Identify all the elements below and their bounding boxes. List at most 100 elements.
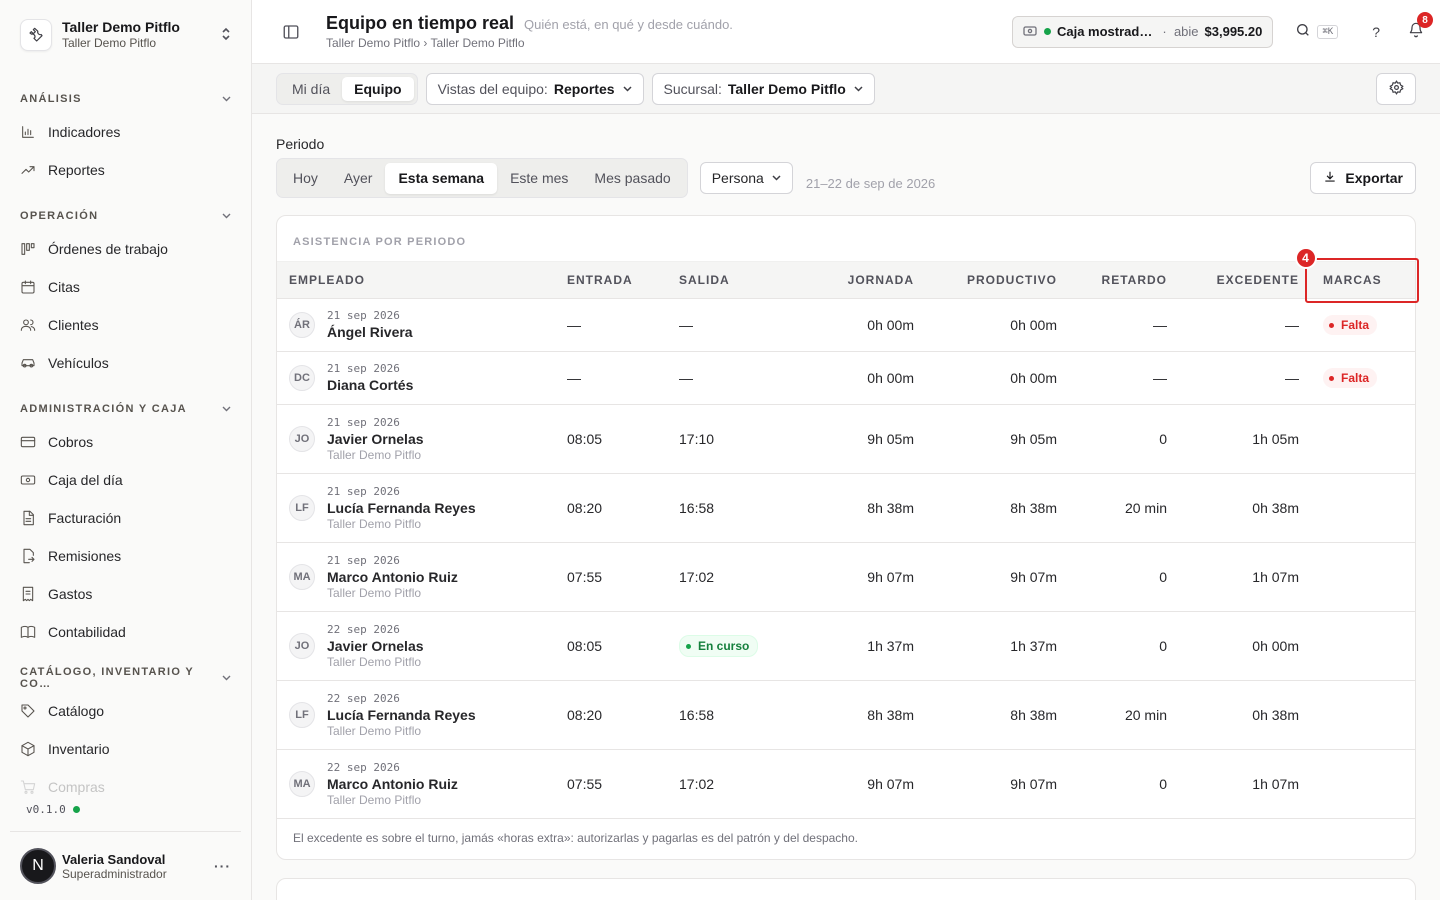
sidebar-item-label: Contabilidad	[48, 624, 126, 640]
row-date: 22 sep 2026	[327, 622, 400, 636]
employee-name: Javier Ornelas	[327, 637, 424, 654]
period-label: Periodo	[276, 136, 325, 152]
page-title: Equipo en tiempo real	[326, 13, 515, 33]
table-body: ÁR 21 sep 2026 Ángel Rivera — — 0h 00m 0h 00m —…	[277, 299, 1415, 819]
period-ayer[interactable]: Ayer	[331, 163, 386, 194]
sidebar-item-facturacion[interactable]: Facturación	[0, 499, 251, 537]
avatar: JO	[289, 426, 315, 452]
section-header-catalogo-inventario-y-co[interactable]: CATÁLOGO, INVENTARIO Y CO…	[0, 666, 251, 690]
sidebar-item-caja-del-dia[interactable]: Caja del día	[0, 461, 251, 499]
settings-button[interactable]	[1376, 73, 1416, 105]
bar-chart-icon	[20, 124, 48, 140]
sidebar-item-inventario[interactable]: Inventario	[0, 730, 251, 768]
notifications-button[interactable]: 8	[1408, 12, 1433, 41]
col-jornada[interactable]: JORNADA	[809, 273, 914, 287]
table-row[interactable]: JO 22 sep 2026 Javier Ornelas Taller Demo P…	[277, 612, 1415, 681]
period-tabs: Hoy Ayer Esta semana Este mes Mes pasado	[276, 158, 688, 198]
period-hoy[interactable]: Hoy	[280, 163, 331, 194]
cash-icon	[20, 472, 48, 488]
user-menu[interactable]: N Valeria Sandoval Superadministrador ··…	[10, 831, 241, 900]
sidebar-toggle-icon[interactable]	[282, 23, 300, 41]
period-esta-semana[interactable]: Esta semana	[385, 162, 498, 194]
users-icon	[20, 317, 48, 333]
row-date: 21 sep 2026	[327, 415, 400, 429]
tab-equipo[interactable]: Equipo	[342, 76, 414, 101]
table-row[interactable]: JO 21 sep 2026 Javier Ornelas Taller Demo P…	[277, 405, 1415, 474]
search-button[interactable]: ⌘K	[1295, 22, 1339, 41]
col-salida[interactable]: SALIDA	[679, 273, 809, 287]
employee-branch: Taller Demo Pitflo	[327, 723, 422, 738]
book-icon	[20, 624, 48, 640]
kanban-icon	[20, 241, 48, 257]
team-views-select[interactable]: Vistas del equipo: Reportes	[425, 72, 644, 105]
sidebar-item-gastos[interactable]: Gastos	[0, 575, 251, 613]
page-subtitle: Quién está, en qué y desde cuándo.	[524, 17, 733, 32]
employee-name: Marco Antonio Ruiz	[327, 568, 458, 585]
cell-salida: —	[679, 370, 693, 386]
help-button[interactable]: ?	[1372, 24, 1380, 40]
col-entrada[interactable]: ENTRADA	[567, 273, 679, 287]
cell-entrada: —	[567, 370, 581, 386]
chevron-down-icon	[854, 84, 863, 94]
cell-jornada: 0h 00m	[867, 370, 914, 386]
org-switcher[interactable]: Taller Demo Pitflo Taller Demo Pitflo	[0, 0, 251, 70]
sidebar-item-citas[interactable]: Citas	[0, 268, 251, 306]
sidebar-item-clientes[interactable]: Clientes	[0, 306, 251, 344]
table-row[interactable]: MA 21 sep 2026 Marco Antonio Ruiz Taller De…	[277, 543, 1415, 612]
col-empleado[interactable]: EMPLEADO	[277, 273, 567, 287]
cell-productivo: 9h 05m	[1010, 431, 1057, 447]
row-date: 22 sep 2026	[327, 760, 400, 774]
section-header-analisis[interactable]: ANÁLISIS	[0, 89, 251, 109]
cell-excedente: 0h 38m	[1252, 500, 1299, 516]
cash-status-dot	[1043, 28, 1051, 35]
table-row[interactable]: LF 21 sep 2026 Lucía Fernanda Reyes Taller …	[277, 474, 1415, 543]
section-header-operacion[interactable]: OPERACIÓN	[0, 206, 251, 226]
tab-mi-dia[interactable]: Mi día	[280, 77, 342, 101]
sidebar-item-vehiculos[interactable]: Vehículos	[0, 344, 251, 382]
next-card	[276, 878, 1416, 900]
employee-name: Diana Cortés	[327, 377, 414, 393]
employee-branch: Taller Demo Pitflo	[327, 516, 422, 531]
sidebar-item-ordenes-de-trabajo[interactable]: Órdenes de trabajo	[0, 230, 251, 268]
col-retardo[interactable]: RETARDO	[1057, 273, 1167, 287]
cell-salida: 16:58	[679, 707, 715, 723]
branch-select[interactable]: Sucursal: Taller Demo Pitflo	[651, 72, 875, 105]
search-shortcut: ⌘K	[1317, 24, 1339, 39]
sidebar-item-compras[interactable]: Compras	[0, 768, 251, 806]
group-by-value: Persona	[711, 170, 764, 186]
cell-excedente: 1h 05m	[1252, 431, 1299, 447]
avatar: JO	[289, 633, 315, 659]
sidebar-item-reportes[interactable]: Reportes	[0, 151, 251, 189]
col-productivo[interactable]: PRODUCTIVO	[914, 273, 1057, 287]
cell-excedente: 0h 38m	[1252, 707, 1299, 723]
employee-branch: Taller Demo Pitflo	[327, 654, 422, 669]
col-excedente[interactable]: EXCEDENTE	[1167, 273, 1299, 287]
avatar: MA	[289, 771, 315, 797]
cash-register-button[interactable]: Caja mostrad… · abie $3,995.20	[1011, 15, 1274, 48]
period-este-mes[interactable]: Este mes	[497, 163, 581, 194]
sidebar-item-contabilidad[interactable]: Contabilidad	[0, 613, 251, 651]
trending-icon	[20, 162, 48, 178]
sidebar-item-cobros[interactable]: Cobros	[0, 423, 251, 461]
gear-icon	[1388, 80, 1404, 98]
cell-retardo: —	[1153, 317, 1167, 333]
table-row[interactable]: LF 22 sep 2026 Lucía Fernanda Reyes Taller …	[277, 681, 1415, 750]
group-by-select[interactable]: Persona	[699, 162, 793, 194]
employee-branch: Taller Demo Pitflo	[327, 585, 422, 600]
more-icon[interactable]: ···	[214, 858, 231, 874]
table-row[interactable]: ÁR 21 sep 2026 Ángel Rivera — — 0h 00m 0h 00m —…	[277, 299, 1415, 352]
sidebar-item-indicadores[interactable]: Indicadores	[0, 113, 251, 151]
cell-jornada: 9h 07m	[867, 776, 914, 792]
cell-productivo: 0h 00m	[1010, 317, 1057, 333]
cell-retardo: 0	[1159, 776, 1167, 792]
sidebar-item-remisiones[interactable]: Remisiones	[0, 537, 251, 575]
avatar: ÁR	[289, 312, 315, 338]
sidebar-nav: ANÁLISIS Indicadores Reportes OPERACIÓN Órde…	[0, 89, 251, 806]
period-mes-pasado[interactable]: Mes pasado	[581, 163, 683, 194]
export-button[interactable]: Exportar	[1310, 162, 1416, 194]
status-dot	[72, 806, 80, 813]
section-header-administracion-y-caja[interactable]: ADMINISTRACIÓN Y CAJA	[0, 399, 251, 419]
table-row[interactable]: DC 21 sep 2026 Diana Cortés — — 0h 00m 0h 00m —…	[277, 352, 1415, 405]
sidebar-item-catalogo[interactable]: Catálogo	[0, 692, 251, 730]
table-row[interactable]: MA 22 sep 2026 Marco Antonio Ruiz Taller De…	[277, 750, 1415, 819]
